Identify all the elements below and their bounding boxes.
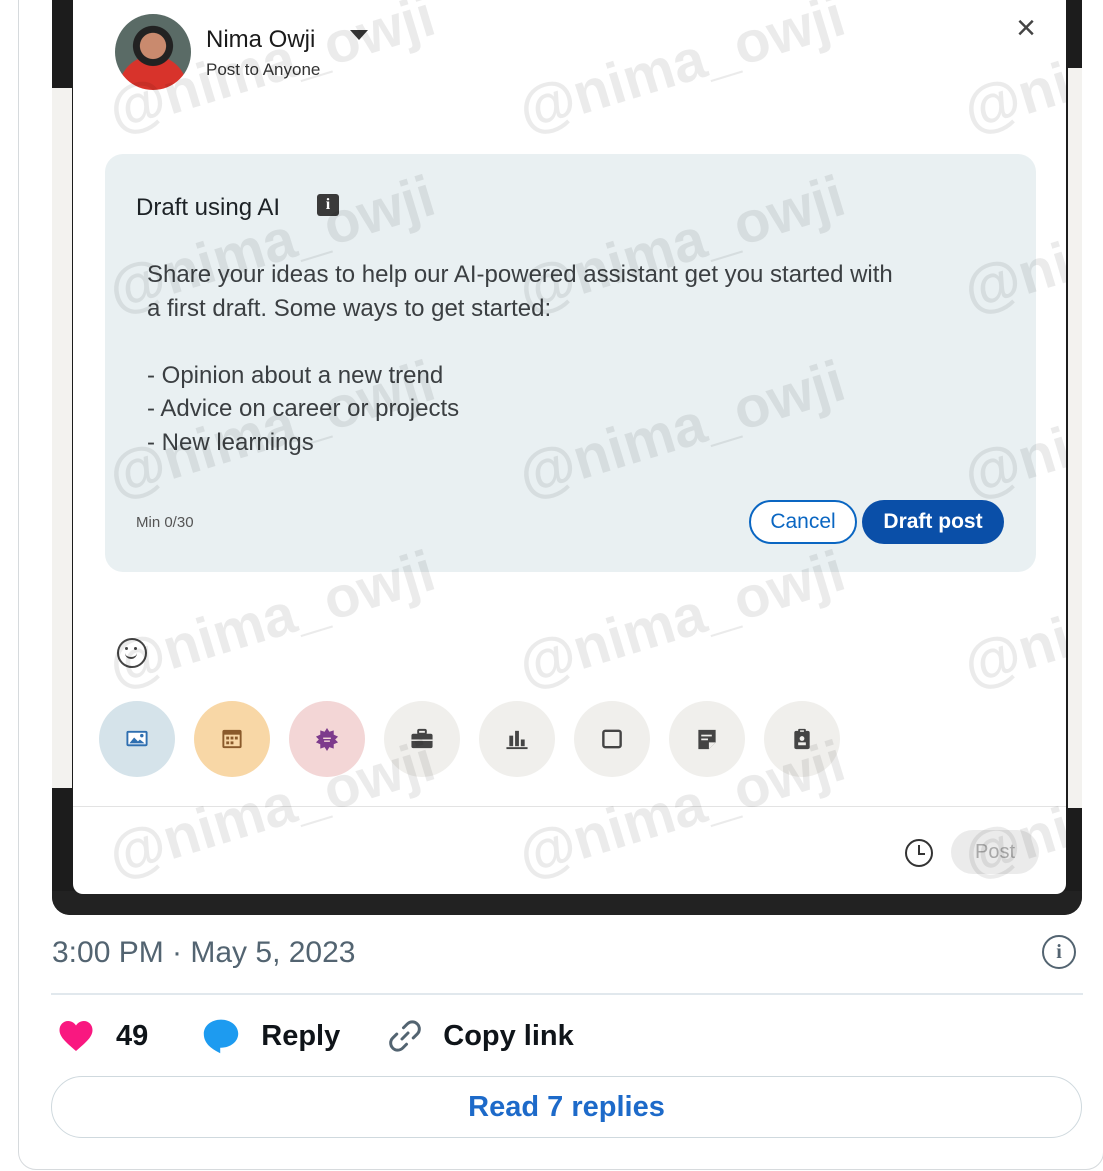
clipboard-button[interactable] <box>764 701 840 777</box>
poll-chart-icon <box>506 730 528 750</box>
author-name[interactable]: Nima Owji <box>206 26 315 54</box>
character-counter: Min 0/30 <box>136 514 194 531</box>
ai-draft-title: Draft using AI <box>136 194 281 221</box>
clipboard-icon <box>794 728 810 750</box>
divider <box>51 993 1083 995</box>
tweet-actions: 49 Reply Copy link <box>58 1012 574 1060</box>
copy-link-label: Copy link <box>443 1019 574 1052</box>
draft-post-button[interactable]: Draft post <box>862 500 1004 544</box>
speech-bubble-icon <box>204 1019 239 1054</box>
poll-chart-button[interactable] <box>479 701 555 777</box>
reply-label: Reply <box>261 1019 341 1052</box>
avatar <box>115 14 191 90</box>
background-page-right <box>1068 68 1082 808</box>
post-button[interactable]: Post <box>951 830 1039 874</box>
background-page-left <box>52 88 72 788</box>
reply-button[interactable]: Reply <box>202 1018 340 1054</box>
ai-draft-panel: Draft using AI i Share your ideas to hel… <box>105 154 1036 572</box>
heart-icon[interactable] <box>58 1019 94 1053</box>
image-button[interactable] <box>99 701 175 777</box>
watermark: @nima_owji <box>510 0 853 144</box>
clock-icon[interactable] <box>905 839 933 867</box>
calendar-event-button[interactable] <box>194 701 270 777</box>
chevron-down-icon[interactable] <box>350 30 368 40</box>
briefcase-button[interactable] <box>384 701 460 777</box>
divider <box>73 806 1066 807</box>
cancel-button[interactable]: Cancel <box>749 500 857 544</box>
emoji-icon[interactable] <box>117 638 147 668</box>
calendar-event-icon <box>222 729 242 749</box>
link-icon <box>389 1020 422 1052</box>
note-icon <box>698 729 716 750</box>
briefcase-icon <box>411 728 433 749</box>
info-icon[interactable]: i <box>1042 935 1076 969</box>
like-count[interactable]: 49 <box>116 1020 148 1053</box>
post-composer-modal: Nima Owji Post to Anyone × Draft using A… <box>73 0 1066 894</box>
composer-toolbar <box>99 701 840 777</box>
celebrate-badge-icon <box>315 727 339 751</box>
image-icon <box>126 730 148 747</box>
copy-link-button[interactable]: Copy link <box>387 1018 574 1054</box>
document-button[interactable] <box>574 701 650 777</box>
read-replies-button[interactable]: Read 7 replies <box>51 1076 1082 1138</box>
celebrate-badge-button[interactable] <box>289 701 365 777</box>
post-visibility[interactable]: Post to Anyone <box>206 60 320 80</box>
info-icon[interactable]: i <box>317 194 339 216</box>
note-button[interactable] <box>669 701 745 777</box>
document-icon <box>602 729 622 749</box>
background-footer <box>52 891 1082 915</box>
close-icon[interactable]: × <box>1008 10 1044 46</box>
ai-draft-prompt[interactable]: Share your ideas to help our AI-powered … <box>147 258 1007 459</box>
tweet-timestamp[interactable]: 3:00 PM · May 5, 2023 <box>52 936 356 970</box>
